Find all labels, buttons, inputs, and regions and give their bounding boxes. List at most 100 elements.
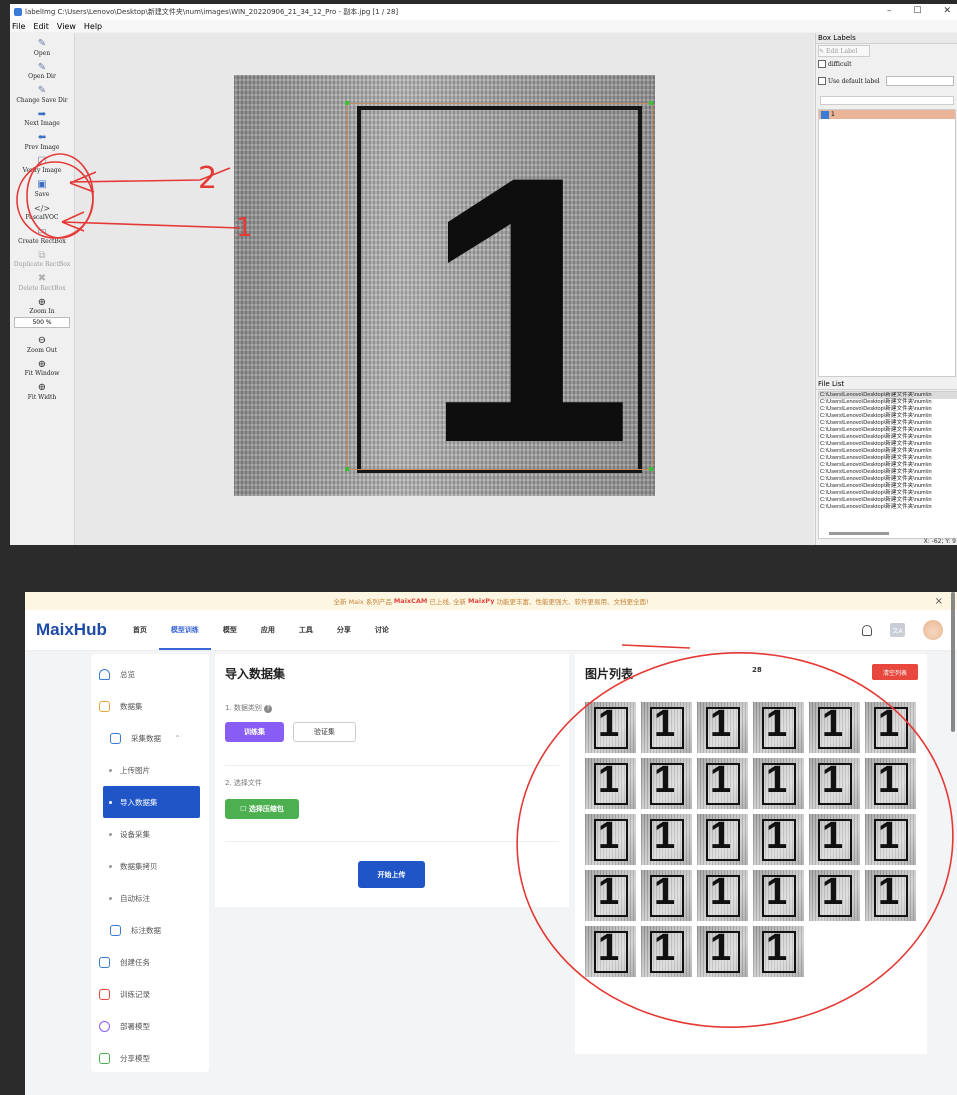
file-list[interactable]: C:\Users\Lenovo\Desktop\新建文件夹\num\in C:\U… [818, 391, 957, 539]
file-list-item[interactable]: C:\Users\Lenovo\Desktop\新建文件夹\num\in [819, 434, 957, 441]
image-thumbnail[interactable]: 1 [697, 926, 748, 977]
prev-image-button[interactable]: ⬅ Prev Image [10, 127, 74, 151]
image-thumbnail[interactable]: 1 [753, 758, 804, 809]
zoom-in-button[interactable]: ⊕ Zoom In [10, 292, 74, 316]
nav-model-training[interactable]: 模型训练 [158, 610, 211, 650]
maximize-icon[interactable]: ☐ [913, 6, 921, 16]
label-list-item[interactable]: 1 [819, 110, 955, 119]
sidebar-item-dataset[interactable]: 数据集 [91, 690, 209, 722]
image-thumbnail[interactable]: 1 [585, 758, 636, 809]
file-list-item[interactable]: C:\Users\Lenovo\Desktop\新建文件夹\num\in [819, 490, 957, 497]
sidebar-item-dataset-copy[interactable]: 数据集拷贝 [91, 850, 209, 882]
file-list-item[interactable]: C:\Users\Lenovo\Desktop\新建文件夹\num\in [819, 462, 957, 469]
menu-edit[interactable]: Edit [33, 22, 49, 31]
image-thumbnail[interactable]: 1 [809, 814, 860, 865]
sidebar-item-collect[interactable]: 采集数据 ^ [91, 722, 209, 754]
image-thumbnail[interactable]: 1 [753, 702, 804, 753]
sidebar-item-annotate[interactable]: 标注数据 [91, 914, 209, 946]
fit-width-button[interactable]: ⊕ Fit Width [10, 377, 74, 401]
difficult-checkbox[interactable]: difficult [816, 58, 957, 70]
use-default-label-checkbox[interactable] [818, 77, 826, 85]
duplicate-rectbox-button[interactable]: ⧉ Duplicate RectBox [10, 245, 74, 269]
label-visible-checkbox[interactable] [821, 110, 829, 119]
nav-home[interactable]: 首页 [133, 610, 147, 650]
sidebar-item-deploy-model[interactable]: 部署模型 [91, 1010, 209, 1042]
image-thumbnail[interactable]: 1 [585, 702, 636, 753]
train-set-button[interactable]: 训练集 [225, 722, 284, 742]
image-thumbnail[interactable]: 1 [585, 870, 636, 921]
chevron-up-icon[interactable]: ^ [175, 735, 180, 742]
image-thumbnail[interactable]: 1 [865, 702, 916, 753]
maixhub-logo[interactable]: MaixHub [36, 620, 107, 640]
zoom-out-button[interactable]: ⊖ Zoom Out [10, 330, 74, 354]
file-list-item[interactable]: C:\Users\Lenovo\Desktop\新建文件夹\num\in [819, 448, 957, 455]
avatar[interactable] [923, 620, 943, 640]
file-list-item[interactable]: C:\Users\Lenovo\Desktop\新建文件夹\num\in [819, 469, 957, 476]
open-button[interactable]: ✎ Open [10, 33, 74, 57]
sidebar-item-upload-images[interactable]: 上传图片 [91, 754, 209, 786]
image-canvas[interactable]: 1 [75, 33, 814, 545]
sidebar-item-auto-annotate[interactable]: 自动标注 [91, 882, 209, 914]
file-list-item[interactable]: C:\Users\Lenovo\Desktop\新建文件夹\num\in [819, 420, 957, 427]
sidebar-item-share-model[interactable]: 分享模型 [91, 1042, 209, 1074]
nav-share[interactable]: 分享 [337, 610, 351, 650]
menu-help[interactable]: Help [84, 22, 102, 31]
file-list-item[interactable]: C:\Users\Lenovo\Desktop\新建文件夹\num\in [819, 413, 957, 420]
file-list-scrollbar[interactable] [829, 532, 889, 535]
file-list-item[interactable]: C:\Users\Lenovo\Desktop\新建文件夹\num\in [819, 406, 957, 413]
image-thumbnail[interactable]: 1 [809, 870, 860, 921]
file-list-item[interactable]: C:\Users\Lenovo\Desktop\新建文件夹\num\in [819, 483, 957, 490]
image-thumbnail[interactable]: 1 [641, 758, 692, 809]
nav-apps[interactable]: 应用 [261, 610, 275, 650]
image-thumbnail[interactable]: 1 [697, 814, 748, 865]
image-thumbnail[interactable]: 1 [641, 926, 692, 977]
image-thumbnail[interactable]: 1 [865, 758, 916, 809]
image-thumbnail[interactable]: 1 [865, 870, 916, 921]
file-list-item[interactable]: C:\Users\Lenovo\Desktop\新建文件夹\num\in [819, 504, 957, 511]
label-combo[interactable] [820, 96, 954, 105]
image-thumbnail[interactable]: 1 [753, 814, 804, 865]
format-pascalvoc-button[interactable]: </> PascalVOC [10, 198, 74, 222]
file-list-item[interactable]: C:\Users\Lenovo\Desktop\新建文件夹\num\in [819, 392, 957, 399]
sidebar-item-create-task[interactable]: 创建任务 [91, 946, 209, 978]
bbox-handle[interactable] [345, 467, 349, 471]
language-icon[interactable]: 文A [890, 623, 905, 637]
choose-archive-button[interactable]: ☐ 选择压缩包 [225, 799, 299, 819]
page-scrollbar[interactable] [951, 592, 955, 732]
file-list-item[interactable]: C:\Users\Lenovo\Desktop\新建文件夹\num\in [819, 427, 957, 434]
bbox-handle[interactable] [345, 101, 349, 105]
image-thumbnail[interactable]: 1 [697, 870, 748, 921]
validation-set-button[interactable]: 验证集 [293, 722, 356, 742]
help-icon[interactable]: ? [264, 705, 273, 713]
change-save-dir-button[interactable]: ✎ Change Save Dir [10, 80, 74, 104]
image-thumbnail[interactable]: 1 [753, 870, 804, 921]
sidebar-item-import-dataset[interactable]: 导入数据集 [103, 786, 200, 818]
next-image-button[interactable]: ➡ Next Image [10, 104, 74, 128]
nav-models[interactable]: 模型 [223, 610, 237, 650]
menu-file[interactable]: File [12, 22, 25, 31]
file-list-item[interactable]: C:\Users\Lenovo\Desktop\新建文件夹\num\in [819, 441, 957, 448]
image-thumbnail[interactable]: 1 [865, 814, 916, 865]
file-list-item[interactable]: C:\Users\Lenovo\Desktop\新建文件夹\num\in [819, 497, 957, 504]
banner-close-icon[interactable]: × [935, 596, 943, 607]
create-rectbox-button[interactable]: ▭ Create RectBox [10, 221, 74, 245]
sidebar-item-device-capture[interactable]: 设备采集 [91, 818, 209, 850]
zoom-value-field[interactable]: 500 % [14, 317, 70, 328]
edit-label-button[interactable]: ✎ Edit Label [818, 45, 870, 57]
minimize-icon[interactable]: – [887, 6, 892, 16]
start-upload-button[interactable]: 开始上传 [358, 861, 425, 888]
bbox-handle[interactable] [649, 467, 653, 471]
image-thumbnail[interactable]: 1 [753, 926, 804, 977]
nav-tools[interactable]: 工具 [299, 610, 313, 650]
default-label-input[interactable] [885, 76, 954, 86]
banner-maixpy[interactable]: MaixPy [468, 597, 494, 605]
bbox-handle[interactable] [649, 101, 653, 105]
delete-rectbox-button[interactable]: ✖ Delete RectBox [10, 268, 74, 292]
file-list-item[interactable]: C:\Users\Lenovo\Desktop\新建文件夹\num\in [819, 476, 957, 483]
menu-view[interactable]: View [57, 22, 76, 31]
open-dir-button[interactable]: ✎ Open Dir [10, 57, 74, 81]
sidebar-item-overview[interactable]: 总览 [91, 658, 209, 690]
bell-icon[interactable] [862, 624, 872, 636]
close-icon[interactable]: ✕ [943, 6, 951, 16]
sidebar-item-training-history[interactable]: 训练记录 [91, 978, 209, 1010]
